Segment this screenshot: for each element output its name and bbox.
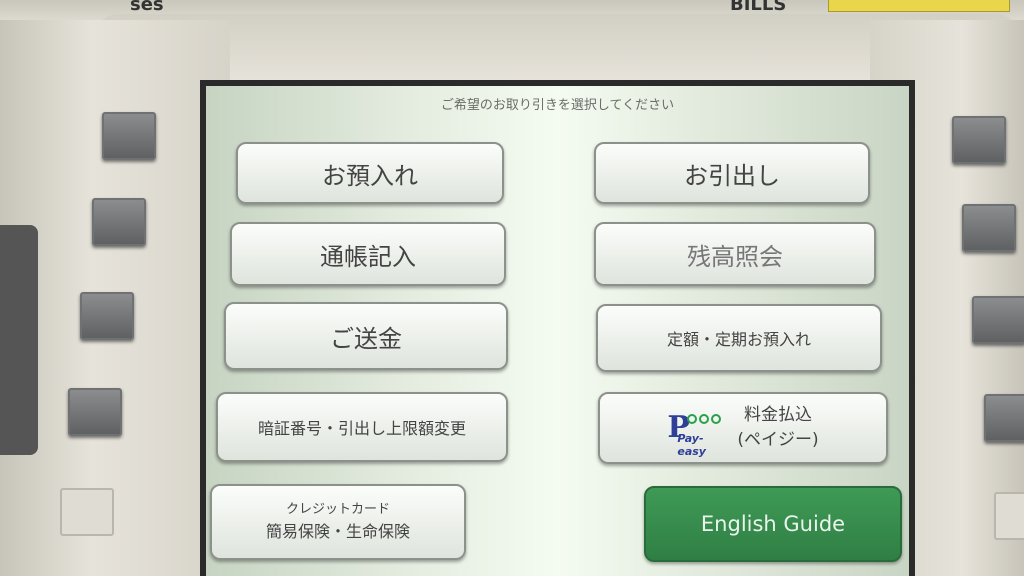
payeasy-label-line1: 料金払込 xyxy=(743,405,812,426)
bezel-label-left: ses xyxy=(130,0,164,15)
deposit-button[interactable]: お預入れ xyxy=(236,142,504,204)
english-guide-button[interactable]: English Guide xyxy=(644,486,902,562)
transfer-label: ご送金 xyxy=(330,324,402,353)
left-side-key-2[interactable] xyxy=(92,198,146,246)
withdrawal-button[interactable]: お引出し xyxy=(594,142,870,204)
right-side-key-2[interactable] xyxy=(962,204,1016,252)
deposit-label: お預入れ xyxy=(322,161,418,190)
withdrawal-label: お引出し xyxy=(684,161,780,190)
pin-change-button[interactable]: 暗証番号・引出し上限額変更 xyxy=(216,392,508,462)
english-guide-label: English Guide xyxy=(700,512,846,536)
right-side-key-5[interactable] xyxy=(994,492,1024,540)
right-side-key-1[interactable] xyxy=(952,116,1006,164)
passbook-update-label: 通帳記入 xyxy=(320,242,416,271)
left-side-key-5[interactable] xyxy=(60,488,114,536)
right-side-key-3[interactable] xyxy=(972,296,1024,344)
left-side-key-4[interactable] xyxy=(68,388,122,436)
insurance-label-line1: クレジットカード xyxy=(285,502,390,518)
left-side-key-3[interactable] xyxy=(80,292,134,340)
atm-screen: ご希望のお取り引きを選択してください お預入れ お引出し 通帳記入 残高照会 ご… xyxy=(200,80,915,576)
passbook-update-button[interactable]: 通帳記入 xyxy=(230,222,506,286)
pin-change-label: 暗証番号・引出し上限額変更 xyxy=(257,419,466,438)
instruction-text: ご希望のお取り引きを選択してください xyxy=(440,98,675,113)
insurance-label-line2: 簡易保険・生命保険 xyxy=(265,521,410,541)
left-side-key-1[interactable] xyxy=(102,112,156,160)
insurance-button[interactable]: クレジットカード 簡易保険・生命保険 xyxy=(210,484,466,560)
payeasy-payment-button[interactable]: P Pay-easy 料金払込 (ペイジー) xyxy=(598,392,888,464)
bezel-label-right: BILLS xyxy=(730,0,787,15)
transfer-button[interactable]: ご送金 xyxy=(224,302,508,370)
balance-inquiry-button[interactable]: 残高照会 xyxy=(594,222,876,286)
payeasy-label-line2: (ペイジー) xyxy=(737,430,819,450)
fixed-deposit-button[interactable]: 定額・定期お預入れ xyxy=(596,304,882,372)
payeasy-logo-text: Pay-easy xyxy=(677,432,706,458)
payeasy-logo-icon: P Pay-easy xyxy=(667,408,723,458)
card-slot[interactable] xyxy=(0,225,38,455)
balance-inquiry-label: 残高照会 xyxy=(687,242,783,271)
right-side-key-4[interactable] xyxy=(984,394,1024,442)
fixed-deposit-label: 定額・定期お預入れ xyxy=(666,330,811,349)
bezel-yellow-badge xyxy=(828,0,1010,12)
